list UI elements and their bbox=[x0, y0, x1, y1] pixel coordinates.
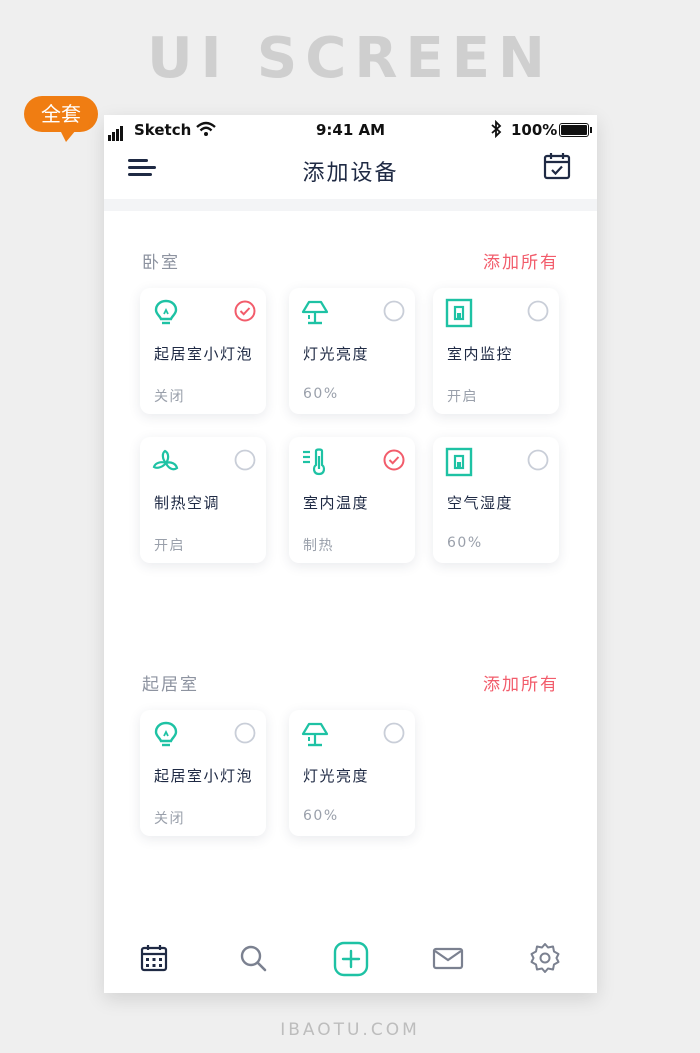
navigation-bar: 添加设备 bbox=[104, 145, 597, 199]
header-divider bbox=[104, 199, 597, 211]
set-badge: 全套 bbox=[24, 96, 98, 142]
device-card[interactable]: 空气湿度 60% bbox=[433, 437, 559, 563]
device-name: 起居室小灯泡 bbox=[154, 345, 254, 363]
device-card[interactable]: 起居室小灯泡 关闭 bbox=[140, 710, 266, 836]
device-card[interactable]: 室内温度 制热 bbox=[289, 437, 415, 563]
device-name: 室内监控 bbox=[447, 345, 514, 363]
device-card[interactable]: 灯光亮度 60% bbox=[289, 710, 415, 836]
calendar-check-icon[interactable] bbox=[542, 151, 572, 181]
device-card[interactable]: 起居室小灯泡 关闭 bbox=[140, 288, 266, 414]
device-name: 灯光亮度 bbox=[303, 767, 370, 785]
unchecked-icon[interactable] bbox=[383, 300, 405, 322]
device-card[interactable]: 室内监控 开启 bbox=[433, 288, 559, 414]
tab-bar bbox=[104, 927, 597, 993]
section-header-bedroom: 卧室 添加所有 bbox=[104, 248, 597, 273]
device-state: 开启 bbox=[447, 389, 478, 405]
banner-title: UI SCREEN bbox=[147, 26, 553, 91]
fan-icon bbox=[152, 447, 180, 477]
device-card[interactable]: 灯光亮度 60% bbox=[289, 288, 415, 414]
switch-icon bbox=[445, 447, 473, 477]
section-title: 起居室 bbox=[142, 675, 199, 695]
device-name: 灯光亮度 bbox=[303, 345, 370, 363]
section-header-living-room: 起居室 添加所有 bbox=[104, 670, 597, 695]
footer-watermark: IBAOTU.COM bbox=[280, 1020, 420, 1040]
device-state: 制热 bbox=[303, 538, 334, 554]
device-state: 60% bbox=[303, 386, 339, 402]
bulb-icon bbox=[152, 720, 180, 750]
device-state: 开启 bbox=[154, 538, 185, 554]
add-icon[interactable] bbox=[333, 941, 369, 977]
lamp-icon bbox=[301, 298, 329, 328]
unchecked-icon[interactable] bbox=[234, 449, 256, 471]
device-state: 60% bbox=[303, 808, 339, 824]
bluetooth-icon bbox=[490, 119, 502, 142]
device-name: 室内温度 bbox=[303, 494, 370, 512]
device-name: 制热空调 bbox=[154, 494, 221, 512]
mail-icon[interactable] bbox=[431, 941, 465, 975]
unchecked-icon[interactable] bbox=[383, 722, 405, 744]
search-icon[interactable] bbox=[236, 941, 270, 975]
phone-screen: Sketch 9:41 AM 100% 添加设备 卧室 添加所有 起居室 添加所… bbox=[104, 115, 597, 993]
calendar-tab-icon[interactable] bbox=[137, 941, 171, 975]
device-state: 关闭 bbox=[154, 389, 185, 405]
switch-icon bbox=[445, 298, 473, 328]
device-name: 空气湿度 bbox=[447, 494, 514, 512]
section-title: 卧室 bbox=[142, 253, 180, 273]
lamp-icon bbox=[301, 720, 329, 750]
settings-icon[interactable] bbox=[528, 941, 562, 975]
battery-percent: 100% bbox=[511, 121, 558, 139]
checked-icon[interactable] bbox=[383, 449, 405, 471]
device-state: 关闭 bbox=[154, 811, 185, 827]
checked-icon[interactable] bbox=[234, 300, 256, 322]
add-all-button[interactable]: 添加所有 bbox=[483, 670, 559, 695]
unchecked-icon[interactable] bbox=[527, 449, 549, 471]
thermometer-icon bbox=[301, 447, 329, 477]
battery-icon bbox=[559, 123, 592, 137]
unchecked-icon[interactable] bbox=[527, 300, 549, 322]
status-bar: Sketch 9:41 AM 100% bbox=[104, 115, 597, 145]
page-title: 添加设备 bbox=[302, 161, 399, 186]
device-name: 起居室小灯泡 bbox=[154, 767, 254, 785]
device-state: 60% bbox=[447, 535, 483, 551]
device-card[interactable]: 制热空调 开启 bbox=[140, 437, 266, 563]
bulb-icon bbox=[152, 298, 180, 328]
add-all-button[interactable]: 添加所有 bbox=[483, 248, 559, 273]
unchecked-icon[interactable] bbox=[234, 722, 256, 744]
